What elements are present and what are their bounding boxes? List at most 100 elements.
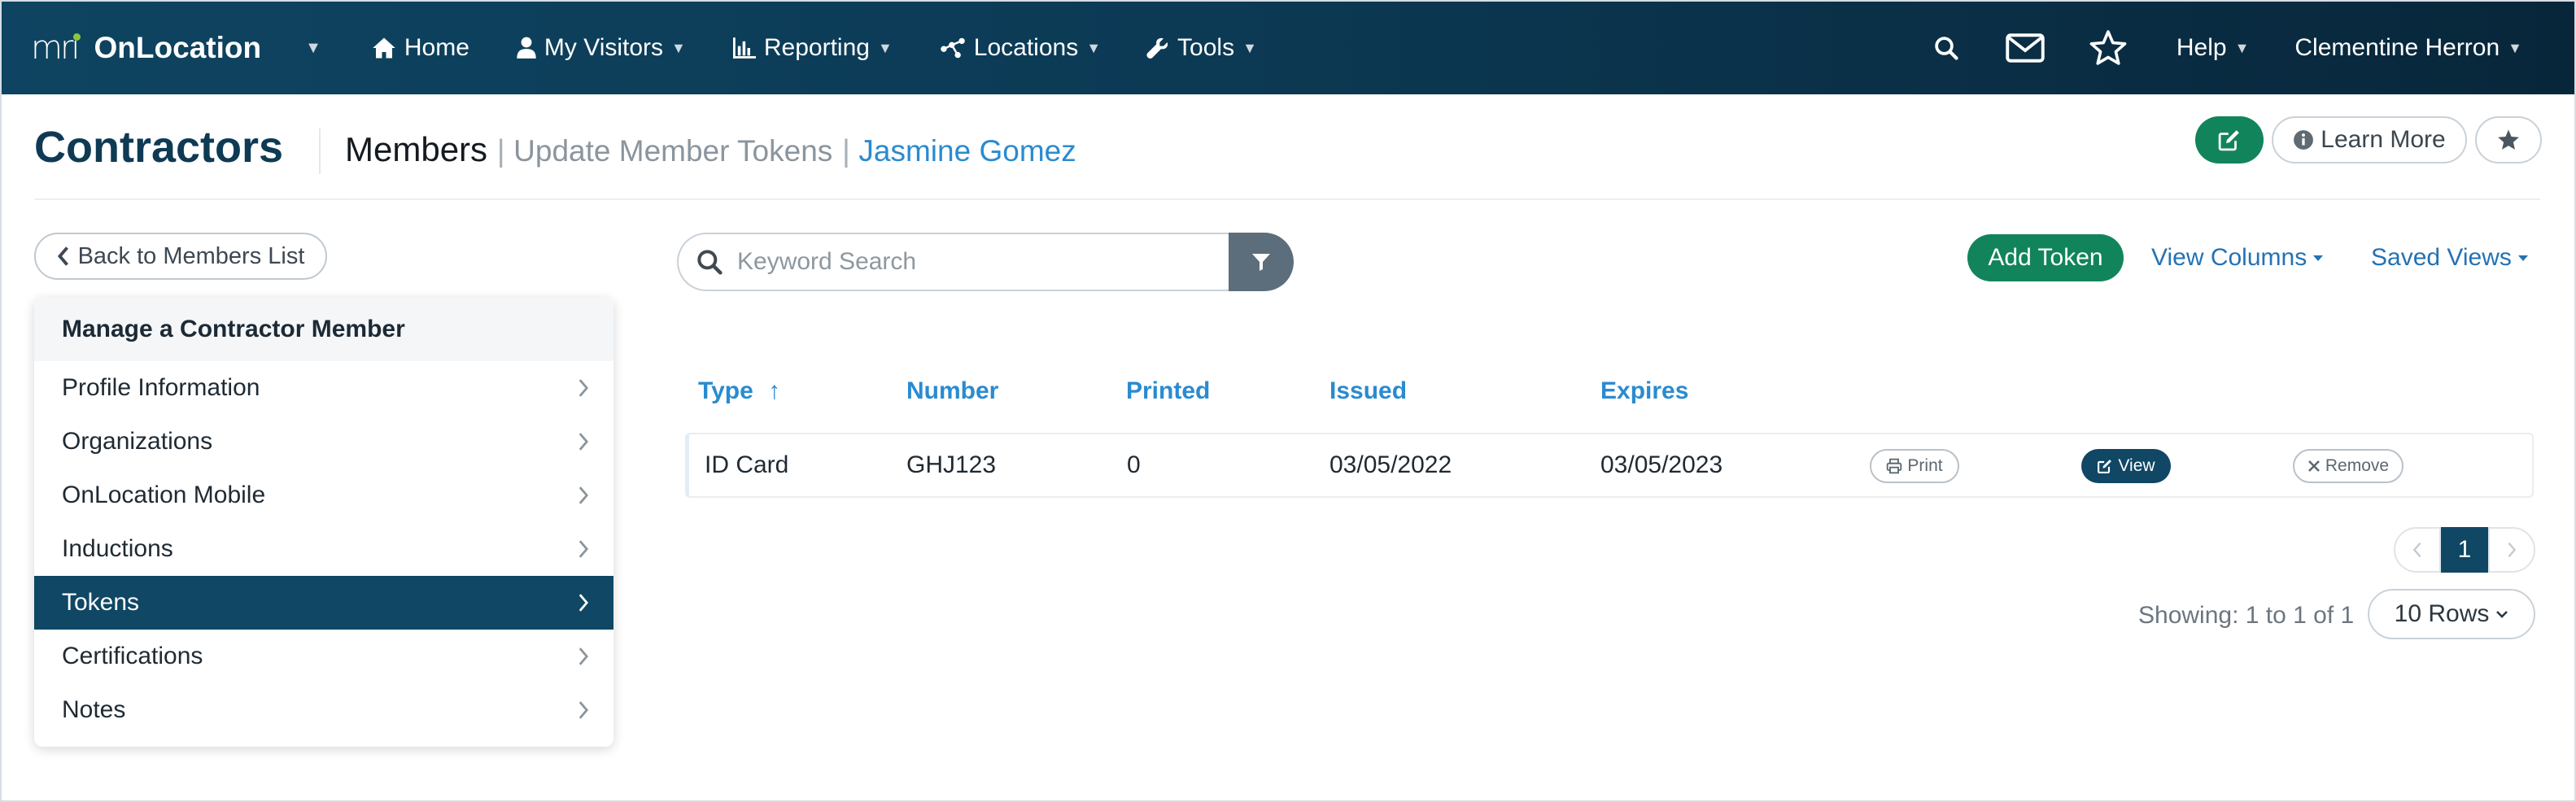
sidebar-item-tokens[interactable]: Tokens	[34, 576, 613, 630]
saved-views-dropdown[interactable]: Saved Views	[2371, 244, 2528, 272]
column-header-label: Type	[698, 377, 753, 404]
chevron-down-icon: ▼	[1086, 39, 1102, 56]
printer-icon	[1887, 458, 1902, 474]
favorite-button[interactable]	[2475, 116, 2542, 163]
chevron-right-icon	[579, 433, 589, 451]
caret-down-icon	[2517, 255, 2528, 261]
sidebar-item-label: OnLocation Mobile	[62, 482, 266, 508]
breadcrumb-separator: |	[496, 134, 514, 168]
add-token-button[interactable]: Add Token	[1967, 234, 2124, 281]
chevron-right-icon	[2508, 542, 2517, 558]
column-header-printed[interactable]: Printed	[1126, 377, 1210, 405]
chevron-down-icon: ▼	[671, 39, 686, 56]
network-icon	[941, 37, 965, 59]
breadcrumb: Members | Update Member Tokens | Jasmine…	[345, 130, 1076, 169]
chevron-down-icon	[2496, 611, 2508, 618]
chevron-down-icon: ▼	[2234, 39, 2250, 56]
sidebar-item-profile-information[interactable]: Profile Information	[34, 361, 613, 415]
column-header-number[interactable]: Number	[906, 377, 998, 405]
filter-icon	[1252, 254, 1270, 271]
column-header-issued[interactable]: Issued	[1329, 377, 1407, 405]
title-divider	[319, 129, 321, 174]
sidebar-item-label: Inductions	[62, 535, 173, 562]
star-icon	[2498, 129, 2519, 150]
remove-button[interactable]: Remove	[2293, 449, 2404, 483]
edit-icon	[2218, 130, 2239, 151]
brand-name: OnLocation	[94, 31, 262, 64]
sidebar-item-inductions[interactable]: Inductions	[34, 522, 613, 576]
cell-type: ID Card	[705, 451, 789, 478]
app-switcher-caret-icon[interactable]: ▼	[305, 39, 321, 58]
view-columns-dropdown[interactable]: View Columns	[2151, 244, 2324, 272]
sidebar-item-label: Tokens	[62, 589, 140, 616]
pagination: 1	[2394, 527, 2535, 573]
brand[interactable]: mri OnLocation	[31, 29, 261, 67]
chevron-down-icon: ▼	[2508, 39, 2522, 56]
sidebar-item-notes[interactable]: Notes	[34, 683, 613, 737]
envelope-icon[interactable]	[2006, 33, 2045, 63]
nav-tools-label: Tools	[1177, 34, 1235, 61]
caret-down-icon	[2313, 255, 2324, 261]
bar-chart-icon	[732, 37, 756, 59]
sidebar-item-certifications[interactable]: Certifications	[34, 630, 613, 683]
nav-tools[interactable]: Tools ▼	[1146, 34, 1257, 62]
next-page-button[interactable]	[2488, 527, 2535, 573]
sidebar-item-label: Organizations	[62, 428, 213, 455]
nav-help-label: Help	[2176, 34, 2227, 61]
search-icon[interactable]	[1934, 36, 1958, 60]
rows-per-page-dropdown[interactable]: 10 Rows	[2368, 589, 2535, 639]
learn-more-label: Learn More	[2321, 126, 2446, 153]
chevron-right-icon	[579, 486, 589, 504]
filter-button[interactable]	[1229, 233, 1294, 291]
edit-button[interactable]	[2195, 116, 2264, 163]
sidebar-item-label: Notes	[62, 696, 126, 723]
view-label: View	[2118, 456, 2155, 475]
top-navbar: mri OnLocation ▼ Home My Visitors ▼ Repo…	[2, 2, 2574, 94]
showing-count: Showing: 1 to 1 of 1	[2138, 602, 2355, 629]
star-outline-icon[interactable]	[2089, 29, 2128, 67]
search-group	[677, 233, 1294, 291]
print-label: Print	[1907, 456, 1943, 475]
chevron-left-icon	[57, 246, 68, 266]
home-icon	[373, 37, 395, 59]
chevron-right-icon	[579, 647, 589, 665]
previous-page-button[interactable]	[2394, 527, 2441, 573]
nav-reporting[interactable]: Reporting ▼	[732, 34, 893, 62]
nav-home[interactable]: Home	[372, 34, 469, 62]
nav-my-visitors[interactable]: My Visitors ▼	[517, 34, 686, 62]
nav-reporting-label: Reporting	[763, 34, 870, 61]
nav-home-label: Home	[404, 34, 469, 61]
chevron-right-icon	[579, 540, 589, 558]
keyword-search-input[interactable]	[737, 248, 1193, 276]
info-icon	[2294, 130, 2314, 150]
breadcrumb-separator: |	[841, 134, 859, 168]
chevron-down-icon: ▼	[877, 39, 893, 56]
breadcrumb-members[interactable]: Members	[345, 130, 487, 168]
header-divider	[34, 198, 2540, 200]
manage-member-menu: Manage a Contractor Member Profile Infor…	[34, 298, 613, 747]
learn-more-button[interactable]: Learn More	[2272, 116, 2467, 163]
user-menu[interactable]: Clementine Herron ▼	[2294, 34, 2522, 62]
sidebar-item-onlocation-mobile[interactable]: OnLocation Mobile	[34, 469, 613, 522]
chevron-left-icon	[2412, 542, 2421, 558]
sidebar-item-organizations[interactable]: Organizations	[34, 415, 613, 469]
rows-per-page-label: 10 Rows	[2394, 600, 2490, 627]
sort-ascending-icon: ↑	[768, 377, 781, 404]
nav-help[interactable]: Help ▼	[2177, 34, 2250, 62]
nav-locations[interactable]: Locations ▼	[940, 34, 1101, 62]
cell-number: GHJ123	[906, 451, 997, 478]
chevron-right-icon	[579, 701, 589, 719]
nav-locations-label: Locations	[973, 34, 1079, 61]
breadcrumb-update-tokens: Update Member Tokens	[513, 134, 833, 168]
breadcrumb-member-name[interactable]: Jasmine Gomez	[858, 134, 1076, 168]
chevron-down-icon: ▼	[1242, 39, 1257, 56]
view-button[interactable]: View	[2081, 449, 2171, 483]
column-header-expires[interactable]: Expires	[1600, 377, 1688, 405]
cell-printed: 0	[1127, 451, 1141, 478]
back-to-members-button[interactable]: Back to Members List	[34, 233, 327, 280]
print-button[interactable]: Print	[1870, 449, 1959, 483]
column-header-type[interactable]: Type ↑	[698, 377, 780, 405]
page-number-current[interactable]: 1	[2441, 527, 2488, 573]
mri-logo: mri	[31, 29, 81, 67]
chevron-right-icon	[579, 594, 589, 612]
